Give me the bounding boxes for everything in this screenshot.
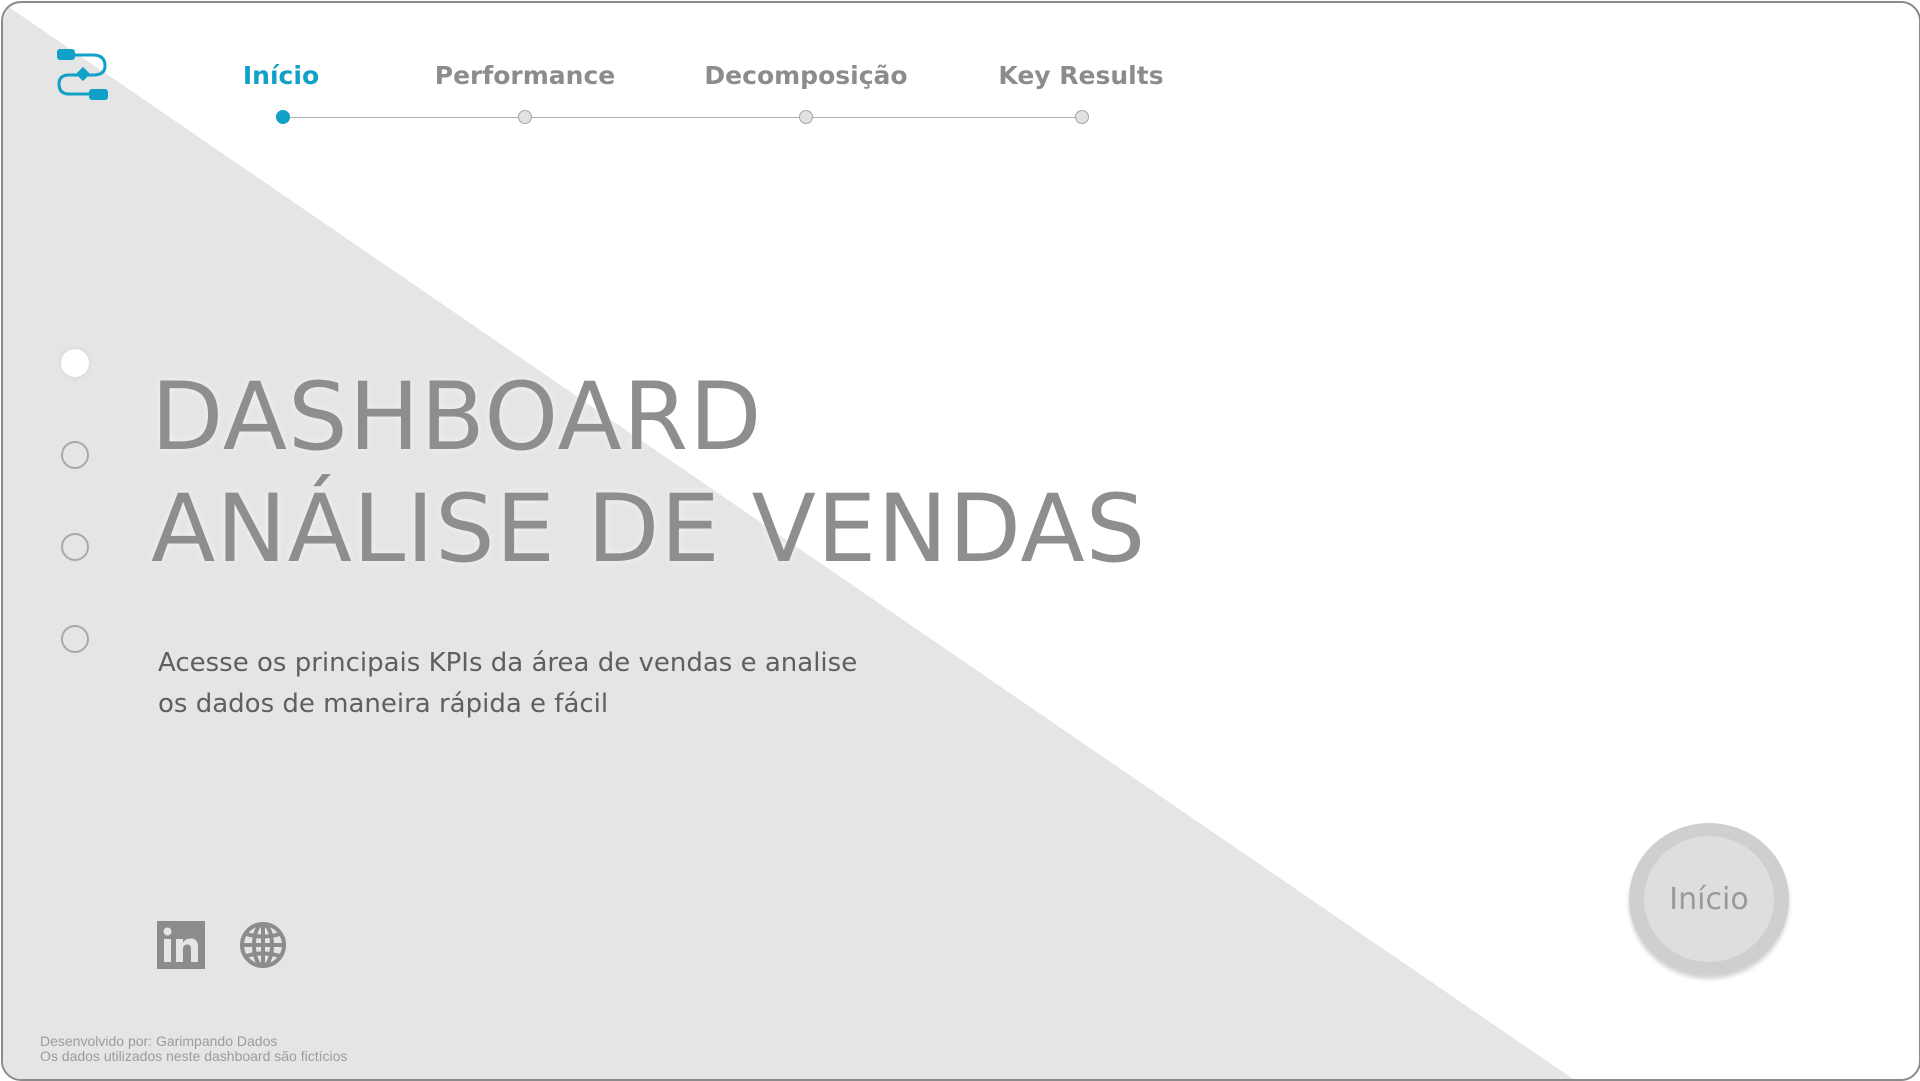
footer-disclaimer: Os dados utilizados neste dashboard são … [40,1048,348,1064]
page-title-line-1: DASHBOARD [151,363,763,472]
tab-key-results[interactable]: Key Results [998,61,1163,90]
subtitle-line-1: Acesse os principais KPIs da área de ven… [158,648,858,678]
side-dot-3[interactable] [61,533,89,561]
side-dot-2[interactable] [61,441,89,469]
page-subtitle: Acesse os principais KPIs da área de ven… [158,643,918,725]
nav-dot-inicio[interactable] [276,110,290,124]
subtitle-line-2: os dados de maneira rápida e fácil [158,689,609,719]
globe-icon[interactable] [239,921,287,969]
app-logo-icon[interactable] [55,47,111,103]
footer-credit: Desenvolvido por: Garimpando Dados [40,1033,278,1049]
linkedin-icon[interactable] [157,921,205,969]
tab-inicio[interactable]: Início [243,61,319,90]
tab-decomposicao[interactable]: Decomposição [704,61,907,90]
nav-progress-line [283,117,1083,118]
page-title-line-2: ANÁLISE DE VENDAS [151,475,1147,584]
tab-performance[interactable]: Performance [435,61,615,90]
dashboard-canvas: Início Performance Decomposição Key Resu… [1,1,1920,1081]
side-dot-1[interactable] [61,349,89,377]
side-dot-4[interactable] [61,625,89,653]
start-button[interactable]: Início [1629,823,1789,975]
nav-dot-performance[interactable] [518,110,532,124]
start-button-label: Início [1644,836,1774,962]
footer: Desenvolvido por: Garimpando Dados Os da… [40,1034,347,1064]
nav-dot-decomposicao[interactable] [799,110,813,124]
nav-dot-key-results[interactable] [1075,110,1089,124]
